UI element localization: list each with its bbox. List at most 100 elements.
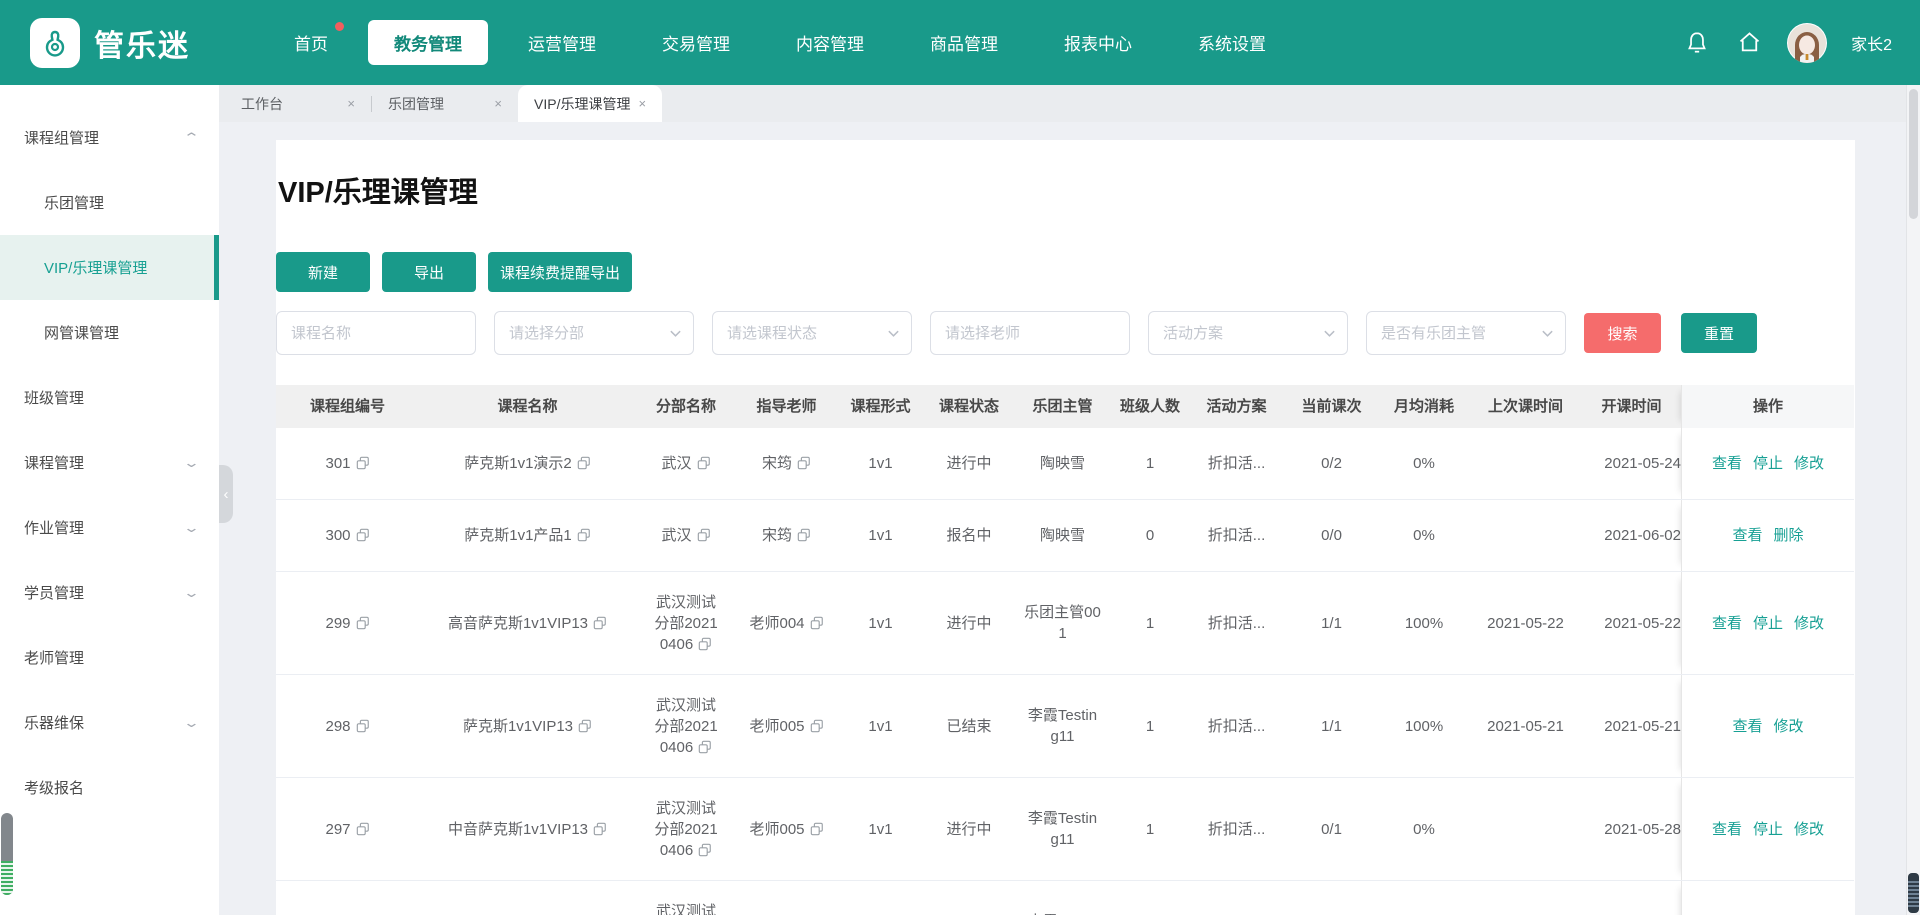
sidebar-item-label: 班级管理 bbox=[24, 387, 201, 408]
toolbar-button[interactable]: 新建 bbox=[276, 252, 370, 292]
select-field[interactable] bbox=[1148, 311, 1348, 355]
row-action-link[interactable]: 修改 bbox=[1794, 819, 1824, 840]
cell-value: 武汉 bbox=[661, 525, 710, 546]
copy-icon[interactable] bbox=[577, 528, 591, 542]
table-cell bbox=[1284, 881, 1379, 915]
row-action-link[interactable]: 停止 bbox=[1753, 819, 1783, 840]
tab-item[interactable]: 工作台× bbox=[225, 85, 371, 122]
sidebar-item[interactable]: 课程管理⌄ bbox=[0, 430, 219, 495]
notification-dot bbox=[335, 22, 344, 31]
sidebar-collapse-handle[interactable]: ‹ bbox=[219, 465, 233, 523]
copy-icon[interactable] bbox=[698, 740, 712, 754]
toolbar-button[interactable]: 导出 bbox=[382, 252, 476, 292]
tab-close-icon[interactable]: × bbox=[347, 96, 355, 111]
row-action-link[interactable]: 停止 bbox=[1753, 613, 1783, 634]
tab-item[interactable]: 乐团管理× bbox=[372, 85, 518, 122]
copy-icon[interactable] bbox=[356, 456, 370, 470]
tab-close-icon[interactable]: × bbox=[638, 96, 646, 111]
row-action-link[interactable]: 修改 bbox=[1774, 716, 1804, 737]
copy-icon[interactable] bbox=[697, 456, 711, 470]
filter-bar: 搜索重置 bbox=[276, 311, 1855, 355]
sidebar-item[interactable]: 考级报名 bbox=[0, 755, 219, 820]
copy-icon[interactable] bbox=[697, 528, 711, 542]
copy-icon[interactable] bbox=[356, 528, 370, 542]
select-field[interactable] bbox=[494, 311, 694, 355]
row-action-link[interactable]: 查看 bbox=[1712, 453, 1742, 474]
row-action-link[interactable]: 删除 bbox=[1774, 525, 1804, 546]
copy-icon[interactable] bbox=[797, 528, 811, 542]
row-action-link[interactable]: 查看 bbox=[1712, 613, 1742, 634]
copy-icon[interactable] bbox=[698, 637, 712, 651]
page-scrollbar-bottom-thumb[interactable] bbox=[1908, 873, 1919, 913]
copy-icon[interactable] bbox=[356, 719, 370, 733]
cell-value: 高音萨克斯1v1VIP13 bbox=[448, 613, 607, 634]
sidebar-item[interactable]: 网管课管理 bbox=[0, 300, 219, 365]
table-cell: 宋筠 bbox=[736, 500, 837, 571]
user-name[interactable]: 家长2 bbox=[1851, 31, 1892, 55]
sidebar-item[interactable]: 老师管理 bbox=[0, 625, 219, 690]
filter-input bbox=[276, 311, 476, 355]
toolbar-button[interactable]: 课程续费提醒导出 bbox=[488, 252, 632, 292]
top-nav-item[interactable]: 运营管理 bbox=[502, 20, 622, 65]
sidebar-item[interactable]: 乐器维保⌄ bbox=[0, 690, 219, 755]
copy-icon[interactable] bbox=[578, 719, 592, 733]
table-cell: 陶映雪 bbox=[1014, 428, 1111, 499]
copy-icon[interactable] bbox=[356, 822, 370, 836]
tab-active[interactable]: VIP/乐理课管理× bbox=[518, 85, 662, 122]
table-cell: 折扣活... bbox=[1189, 500, 1284, 571]
filter-input bbox=[930, 311, 1130, 355]
column-header: 月均消耗 bbox=[1379, 385, 1469, 428]
select-field[interactable] bbox=[1366, 311, 1566, 355]
chevron-down-icon: ⌄ bbox=[183, 585, 200, 601]
table-cell: 2021-05-21 bbox=[1469, 675, 1582, 777]
row-action-link[interactable]: 修改 bbox=[1794, 613, 1824, 634]
table-cell: 萨克斯1v1演示2 bbox=[419, 428, 636, 499]
copy-icon[interactable] bbox=[577, 456, 591, 470]
user-avatar[interactable] bbox=[1787, 23, 1827, 63]
text-field[interactable] bbox=[276, 311, 476, 355]
sidebar-item-label: 老师管理 bbox=[24, 647, 201, 668]
sidebar-item[interactable]: 班级管理 bbox=[0, 365, 219, 430]
sidebar-item[interactable]: VIP/乐理课管理 bbox=[0, 235, 219, 300]
copy-icon[interactable] bbox=[593, 616, 607, 630]
row-action-link[interactable]: 停止 bbox=[1753, 453, 1783, 474]
page-scrollbar-thumb[interactable] bbox=[1909, 89, 1918, 219]
home-icon[interactable] bbox=[1735, 29, 1763, 57]
top-nav-item[interactable]: 交易管理 bbox=[636, 20, 756, 65]
column-header: 指导老师 bbox=[736, 385, 837, 428]
copy-icon[interactable] bbox=[810, 822, 824, 836]
row-action-link[interactable]: 查看 bbox=[1732, 716, 1762, 737]
top-nav-item[interactable]: 商品管理 bbox=[904, 20, 1024, 65]
column-header-label: 上次课时间 bbox=[1488, 396, 1563, 417]
page-scrollbar[interactable] bbox=[1906, 85, 1920, 915]
table-cell: 李霞Testing11 bbox=[1014, 881, 1111, 915]
sidebar-item[interactable]: 课程组管理⌃ bbox=[0, 105, 219, 170]
sidebar-scrollbar-thumb[interactable] bbox=[1, 813, 13, 895]
sidebar-item[interactable]: 学员管理⌄ bbox=[0, 560, 219, 625]
copy-icon[interactable] bbox=[356, 616, 370, 630]
top-nav-item[interactable]: 首页 bbox=[268, 20, 354, 65]
text-field[interactable] bbox=[930, 311, 1130, 355]
top-nav-item[interactable]: 内容管理 bbox=[770, 20, 890, 65]
sidebar-item-label: 课程管理 bbox=[24, 452, 186, 473]
row-action-link[interactable]: 修改 bbox=[1794, 453, 1824, 474]
copy-icon[interactable] bbox=[797, 456, 811, 470]
row-action-link[interactable]: 查看 bbox=[1732, 525, 1762, 546]
row-action-link[interactable]: 查看 bbox=[1712, 819, 1742, 840]
table-row: 298萨克斯1v1VIP13武汉测试分部20210406老师0051v1已结束李… bbox=[276, 675, 1854, 778]
tab-close-icon[interactable]: × bbox=[494, 96, 502, 111]
cell-value: 299 bbox=[325, 613, 369, 634]
copy-icon[interactable] bbox=[810, 719, 824, 733]
top-nav-item[interactable]: 教务管理 bbox=[368, 20, 488, 65]
select-field[interactable] bbox=[712, 311, 912, 355]
reset-button[interactable]: 重置 bbox=[1681, 313, 1757, 353]
search-button[interactable]: 搜索 bbox=[1584, 313, 1661, 353]
top-nav-item[interactable]: 报表中心 bbox=[1038, 20, 1158, 65]
sidebar-item[interactable]: 乐团管理 bbox=[0, 170, 219, 235]
top-nav-item[interactable]: 系统设置 bbox=[1172, 20, 1292, 65]
notification-bell-icon[interactable] bbox=[1683, 29, 1711, 57]
sidebar-item[interactable]: 作业管理⌄ bbox=[0, 495, 219, 560]
copy-icon[interactable] bbox=[593, 822, 607, 836]
copy-icon[interactable] bbox=[810, 616, 824, 630]
copy-icon[interactable] bbox=[698, 843, 712, 857]
